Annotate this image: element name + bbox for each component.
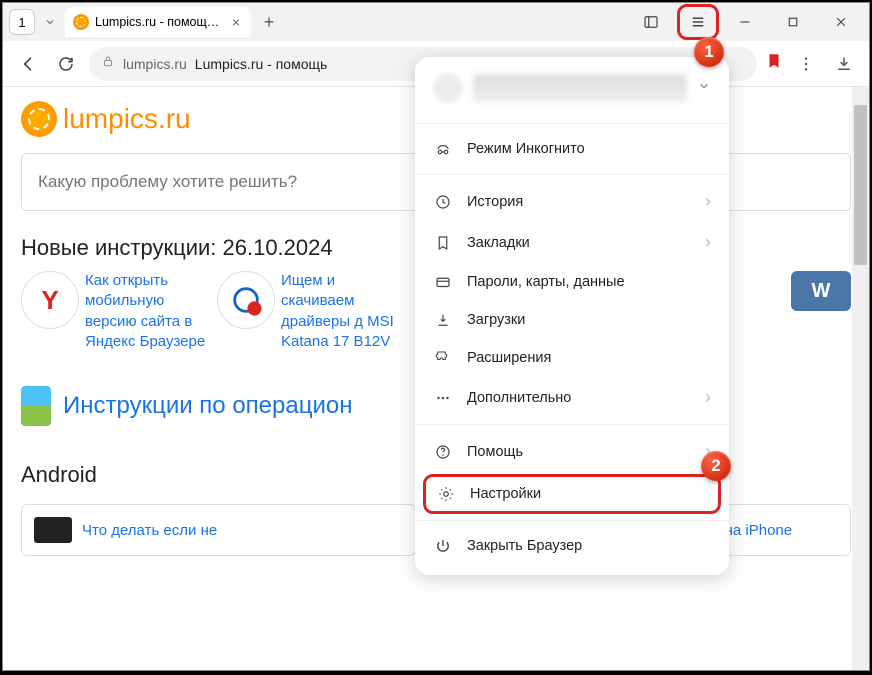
menu-separator <box>415 174 729 175</box>
menu-label: История <box>467 194 523 210</box>
help-icon <box>433 443 453 461</box>
close-tab-icon[interactable]: × <box>229 15 243 29</box>
menu-close-browser[interactable]: Закрыть Браузер <box>415 527 729 565</box>
titlebar: 1 Lumpics.ru - помощь с × + <box>3 3 869 41</box>
new-tab-button[interactable]: + <box>255 8 283 36</box>
power-icon <box>433 537 453 555</box>
menu-more[interactable]: Дополнительно › <box>415 377 729 418</box>
scroll-thumb[interactable] <box>854 105 867 265</box>
menu-extensions[interactable]: Расширения <box>415 339 729 377</box>
lock-icon <box>101 54 115 73</box>
minimize-button[interactable] <box>723 4 767 40</box>
logo-text: lumpics.ru <box>63 103 191 135</box>
menu-separator <box>415 123 729 124</box>
article-link: Что делать если не <box>82 522 217 539</box>
puzzle-icon <box>433 349 453 367</box>
chevron-down-icon <box>697 79 711 98</box>
tab-title: Lumpics.ru - помощь с <box>95 15 223 29</box>
menu-profile[interactable] <box>415 73 729 117</box>
menu-incognito[interactable]: Режим Инкогнито <box>415 130 729 168</box>
chevron-right-icon: › <box>705 191 711 212</box>
chevron-right-icon: › <box>705 232 711 253</box>
dots-icon <box>433 389 453 407</box>
browser-tab[interactable]: Lumpics.ru - помощь с × <box>65 7 251 37</box>
bookmark-icon <box>433 234 453 252</box>
bookmark-icon[interactable] <box>765 50 783 77</box>
menu-help[interactable]: Помощь › <box>415 431 729 472</box>
vk-button[interactable]: W <box>791 271 851 311</box>
download-icon <box>433 311 453 329</box>
menu-separator <box>415 424 729 425</box>
sidebar-toggle-icon[interactable] <box>629 4 673 40</box>
menu-separator <box>415 520 729 521</box>
article-card[interactable]: Ищем и скачиваем драйверы д MSI Katana 1… <box>217 271 407 352</box>
article-link: Ищем и скачиваем драйверы д MSI Katana 1… <box>281 271 407 352</box>
chevron-right-icon: › <box>705 387 711 408</box>
menu-label: Режим Инкогнито <box>467 141 585 157</box>
history-icon <box>433 193 453 211</box>
os-icon <box>21 386 51 426</box>
back-button[interactable] <box>13 49 43 79</box>
maximize-button[interactable] <box>771 4 815 40</box>
reload-button[interactable] <box>51 49 81 79</box>
tab-favicon-icon <box>73 14 89 30</box>
menu-label: Помощь <box>467 444 523 460</box>
platform-article[interactable]: Что делать если не <box>21 504 416 556</box>
article-link: Как открыть мобильную версию сайта в Янд… <box>85 271 211 352</box>
article-thumb-icon <box>34 517 72 543</box>
avatar-icon <box>433 73 463 103</box>
close-window-button[interactable] <box>819 4 863 40</box>
menu-downloads[interactable]: Загрузки <box>415 301 729 339</box>
profile-name-blurred <box>473 74 687 102</box>
menu-label: Дополнительно <box>467 390 571 406</box>
callout-1: 1 <box>694 37 724 67</box>
card-icon <box>433 273 453 291</box>
tab-list-dropdown[interactable] <box>39 9 61 35</box>
main-menu-dropdown: Режим Инкогнито История › Закладки › Пар… <box>415 57 729 575</box>
callout-2: 2 <box>701 451 731 481</box>
tab-count[interactable]: 1 <box>9 9 35 35</box>
platform-android-heading: Android <box>21 462 416 488</box>
menu-label: Закладки <box>467 235 530 251</box>
menu-label: Закрыть Браузер <box>467 538 582 554</box>
menu-passwords[interactable]: Пароли, карты, данные <box>415 263 729 301</box>
article-card[interactable]: Y Как открыть мобильную версию сайта в Я… <box>21 271 211 352</box>
main-menu-button[interactable] <box>684 9 712 35</box>
driver-icon <box>217 271 275 329</box>
yandex-icon: Y <box>21 271 79 329</box>
downloads-button[interactable] <box>829 49 859 79</box>
menu-label: Загрузки <box>467 312 525 328</box>
gear-icon <box>436 485 456 503</box>
logo-icon <box>21 101 57 137</box>
menu-bookmarks[interactable]: Закладки › <box>415 222 729 263</box>
url-title: Lumpics.ru - помощь <box>195 56 328 72</box>
os-link-text: Инструкции по операцион <box>63 392 352 420</box>
menu-label: Расширения <box>467 350 551 366</box>
menu-history[interactable]: История › <box>415 181 729 222</box>
more-actions-button[interactable] <box>791 49 821 79</box>
menu-label: Настройки <box>470 486 541 502</box>
incognito-icon <box>433 140 453 158</box>
menu-settings[interactable]: Настройки <box>423 474 721 514</box>
menu-label: Пароли, карты, данные <box>467 274 625 290</box>
scrollbar[interactable] <box>852 87 869 670</box>
main-menu-highlight <box>677 4 719 40</box>
url-host: lumpics.ru <box>123 56 187 72</box>
